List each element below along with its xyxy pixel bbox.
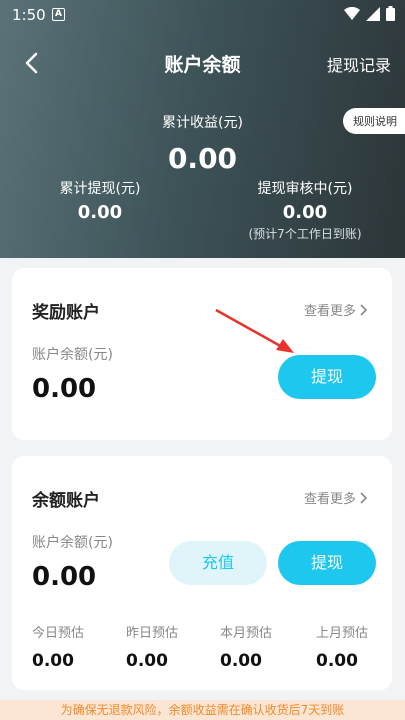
footer-notice: 为确保无退款风险，余额收益需在确认收货后7天到账 — [0, 700, 405, 720]
reward-more-label: 查看更多 — [303, 304, 356, 319]
total-earnings-value: 0.00 — [167, 142, 238, 175]
status-time: 1:50 — [12, 6, 46, 24]
battery-icon — [386, 6, 395, 21]
withdrawn-stat: 累计提现(元) 0.00 — [40, 178, 160, 223]
estimate-this-month: 本月预估 0.00 — [220, 622, 310, 671]
reward-account-title: 奖励账户 — [32, 303, 100, 323]
reward-more-link[interactable]: 查看更多 — [304, 300, 368, 319]
reward-account-card: 奖励账户 查看更多 账户余额(元) 0.00 提现 — [12, 268, 392, 440]
reviewing-note: (预计7个工作日到账) — [248, 227, 362, 241]
reward-balance-value: 0.00 — [32, 374, 97, 404]
balance-balance-value: 0.00 — [32, 562, 97, 592]
estimate-last-month: 上月预估 0.00 — [316, 622, 405, 671]
signal-icon — [366, 6, 380, 21]
withdrawn-value: 0.00 — [77, 202, 123, 223]
header: 1:50 A 账户余额 提现记录 累计收益(元) 0.00 规则说明 累计提现(… — [0, 0, 405, 258]
chevron-right-icon — [360, 303, 368, 316]
estimate-label: 上月预估 — [316, 626, 369, 641]
balance-account-title: 余额账户 — [32, 491, 100, 511]
reward-balance-label: 账户余额(元) — [32, 347, 113, 363]
withdraw-records-link[interactable]: 提现记录 — [327, 52, 391, 76]
balance-balance-label: 账户余额(元) — [32, 535, 113, 551]
withdrawn-label: 累计提现(元) — [59, 181, 141, 197]
reward-withdraw-button[interactable]: 提现 — [278, 355, 376, 399]
estimate-yesterday: 昨日预估 0.00 — [126, 622, 216, 671]
reviewing-value: 0.00 — [282, 202, 328, 223]
balance-account-card: 余额账户 查看更多 账户余额(元) 0.00 充值 提现 今日预估 0.00 昨… — [12, 456, 392, 690]
wifi-icon — [344, 6, 360, 20]
rules-button[interactable]: 规则说明 — [343, 108, 405, 134]
estimate-label: 昨日预估 — [126, 626, 179, 641]
notification-icon: A — [52, 8, 65, 21]
annotation-arrow-icon — [215, 308, 294, 353]
balance-more-label: 查看更多 — [303, 492, 356, 507]
recharge-button[interactable]: 充值 — [169, 541, 267, 585]
reviewing-stat: 提现审核中(元) 0.00 (预计7个工作日到账) — [230, 178, 380, 242]
estimate-value: 0.00 — [126, 651, 168, 671]
status-bar: 1:50 A — [0, 0, 405, 30]
balance-more-link[interactable]: 查看更多 — [304, 488, 368, 507]
estimate-value: 0.00 — [316, 651, 358, 671]
chevron-right-icon — [360, 491, 368, 504]
status-icons — [344, 6, 395, 21]
estimate-value: 0.00 — [220, 651, 262, 671]
balance-withdraw-button[interactable]: 提现 — [278, 541, 376, 585]
estimate-label: 本月预估 — [220, 626, 273, 641]
estimate-value: 0.00 — [32, 651, 74, 671]
estimate-today: 今日预估 0.00 — [32, 622, 122, 671]
estimate-label: 今日预估 — [32, 626, 85, 641]
reviewing-label: 提现审核中(元) — [257, 181, 353, 197]
